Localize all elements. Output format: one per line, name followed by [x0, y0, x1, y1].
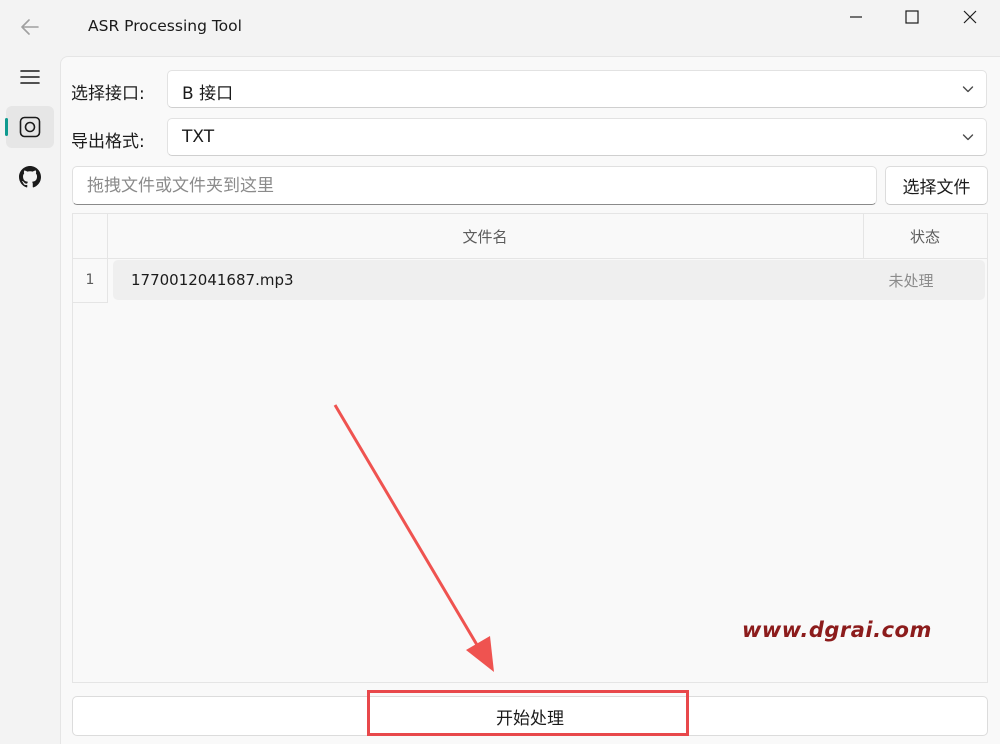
- format-select[interactable]: TXT: [167, 118, 987, 156]
- format-label: 导出格式:: [71, 132, 145, 152]
- row-status: 未处理: [888, 271, 934, 290]
- close-icon: [963, 10, 977, 24]
- maximize-button[interactable]: [886, 0, 938, 34]
- recognition-icon: [19, 116, 41, 138]
- file-table: 文件名 状态 1 1770012041687.mp3 未处理: [72, 213, 988, 683]
- back-button[interactable]: [14, 12, 46, 42]
- api-select[interactable]: B 接口: [167, 70, 987, 108]
- header-index-cell: [73, 214, 108, 258]
- drop-path-input[interactable]: [72, 166, 877, 205]
- minimize-icon: [850, 16, 862, 18]
- nav-menu-button[interactable]: [6, 56, 54, 98]
- chevron-down-icon: [962, 86, 974, 93]
- watermark-text: www.dgrai.com: [742, 618, 932, 642]
- chevron-down-icon: [962, 134, 974, 141]
- back-arrow-icon: [21, 19, 39, 35]
- window-title: ASR Processing Tool: [88, 17, 242, 35]
- header-filename[interactable]: 文件名: [107, 214, 864, 258]
- table-header: 文件名 状态: [73, 214, 987, 259]
- header-status[interactable]: 状态: [863, 214, 987, 258]
- title-bar: ASR Processing Tool: [0, 0, 1000, 56]
- selection-indicator: [5, 118, 8, 136]
- close-button[interactable]: [944, 0, 996, 34]
- minimize-button[interactable]: [830, 0, 882, 34]
- api-label: 选择接口:: [71, 84, 145, 104]
- row-index: 1: [73, 258, 108, 303]
- maximize-icon: [905, 10, 919, 24]
- table-row[interactable]: 1 1770012041687.mp3 未处理: [73, 258, 987, 303]
- row-filename: 1770012041687.mp3: [131, 271, 294, 289]
- select-file-button[interactable]: 选择文件: [885, 166, 988, 205]
- start-processing-button[interactable]: 开始处理: [72, 696, 988, 736]
- api-select-value: B 接口: [182, 84, 234, 104]
- github-icon: [19, 166, 41, 188]
- menu-icon: [20, 70, 40, 84]
- nav-item-github[interactable]: [6, 156, 54, 198]
- format-select-value: TXT: [182, 127, 215, 147]
- nav-item-recognition[interactable]: [5, 106, 54, 148]
